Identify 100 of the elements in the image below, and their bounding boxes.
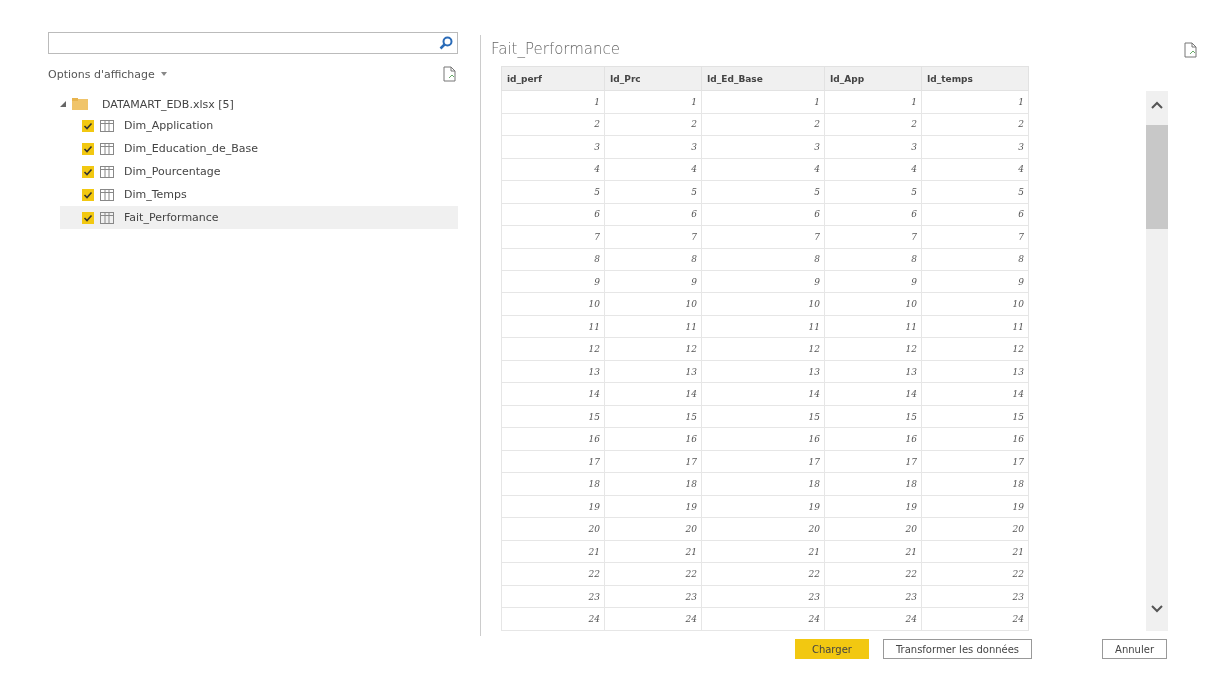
table-cell: 2 [921, 113, 1029, 136]
table-cell: 22 [604, 562, 702, 586]
table-cell: 17 [604, 450, 702, 473]
table-cell: 8 [604, 248, 702, 271]
table-cell: 23 [824, 585, 922, 608]
table-cell: 8 [921, 248, 1029, 271]
column-header[interactable]: Id_Ed_Base [701, 66, 825, 91]
table-cell: 8 [824, 248, 922, 271]
table-cell: 3 [921, 135, 1029, 159]
table-cell: 4 [701, 158, 825, 181]
table-cell: 5 [824, 180, 922, 204]
table-cell: 17 [701, 450, 825, 473]
table-cell: 19 [604, 495, 702, 518]
tree-item[interactable]: Fait_Performance [60, 206, 458, 229]
table-cell: 19 [824, 495, 922, 518]
scrollbar[interactable] [1146, 91, 1168, 631]
page-icon[interactable] [443, 66, 456, 82]
scrollbar-thumb[interactable] [1146, 125, 1168, 229]
table-cell: 3 [701, 135, 825, 159]
table-cell: 24 [921, 607, 1029, 631]
table-cell: 3 [824, 135, 922, 159]
column-header[interactable]: Id_temps [921, 66, 1029, 91]
table-cell: 1 [501, 90, 605, 114]
checkbox[interactable] [82, 211, 94, 224]
table-cell: 1 [604, 90, 702, 114]
page-icon[interactable] [1184, 42, 1197, 58]
table-cell: 23 [921, 585, 1029, 608]
table-cell: 5 [501, 180, 605, 204]
table-cell: 12 [501, 337, 605, 361]
table-cell: 23 [701, 585, 825, 608]
table-cell: 7 [824, 225, 922, 248]
table-cell: 5 [604, 180, 702, 204]
table-cell: 20 [824, 517, 922, 541]
table-cell: 24 [604, 607, 702, 631]
table-cell: 11 [701, 315, 825, 338]
table-cell: 8 [501, 248, 605, 271]
checkbox[interactable] [82, 142, 94, 155]
table-cell: 16 [921, 427, 1029, 451]
tree-item[interactable]: Dim_Application [60, 114, 458, 137]
table-cell: 7 [921, 225, 1029, 248]
cancel-button[interactable]: Annuler [1102, 639, 1167, 659]
scroll-down-icon[interactable] [1151, 605, 1163, 613]
table-cell: 12 [921, 337, 1029, 361]
tree-item[interactable]: Dim_Temps [60, 183, 458, 206]
table-cell: 19 [921, 495, 1029, 518]
table-cell: 22 [701, 562, 825, 586]
scroll-up-icon[interactable] [1151, 101, 1163, 109]
table-cell: 13 [701, 360, 825, 383]
table-cell: 1 [921, 90, 1029, 114]
column-header[interactable]: id_perf [501, 66, 605, 91]
table-cell: 18 [701, 472, 825, 496]
table-icon [100, 119, 114, 132]
table-cell: 1 [701, 90, 825, 114]
table-cell: 21 [701, 540, 825, 563]
table-cell: 12 [824, 337, 922, 361]
checkbox[interactable] [82, 119, 94, 132]
display-options-dropdown[interactable]: Options d'affichage [48, 67, 167, 81]
table-cell: 13 [921, 360, 1029, 383]
table-cell: 4 [824, 158, 922, 181]
table-cell: 11 [824, 315, 922, 338]
table-icon [100, 165, 114, 178]
tree-item[interactable]: Dim_Education_de_Base [60, 137, 458, 160]
checkbox[interactable] [82, 165, 94, 178]
table-cell: 2 [501, 113, 605, 136]
table-cell: 24 [501, 607, 605, 631]
preview-title: Fait_Performance [491, 40, 621, 58]
table-cell: 14 [701, 382, 825, 406]
table-cell: 8 [701, 248, 825, 271]
tree-item[interactable]: Dim_Pourcentage [60, 160, 458, 183]
load-button[interactable]: Charger [794, 639, 869, 659]
table-cell: 22 [501, 562, 605, 586]
table-cell: 7 [701, 225, 825, 248]
table-cell: 17 [824, 450, 922, 473]
table-cell: 9 [701, 270, 825, 293]
table-cell: 4 [921, 158, 1029, 181]
table-cell: 14 [824, 382, 922, 406]
table-cell: 20 [604, 517, 702, 541]
column-header[interactable]: Id_Prc [604, 66, 702, 91]
transform-button[interactable]: Transformer les données [882, 639, 1033, 659]
expander-icon[interactable] [60, 101, 66, 107]
table-icon [100, 188, 114, 201]
table-cell: 23 [501, 585, 605, 608]
table-cell: 18 [604, 472, 702, 496]
table-cell: 18 [824, 472, 922, 496]
tree-item[interactable]: DATAMART_EDB.xlsx [5] [60, 94, 458, 114]
table-cell: 9 [824, 270, 922, 293]
caret-icon [160, 71, 167, 77]
search-field[interactable] [48, 32, 458, 54]
column-header[interactable]: Id_App [824, 66, 922, 91]
table-cell: 16 [501, 427, 605, 451]
checkbox[interactable] [82, 188, 94, 201]
table-cell: 21 [921, 540, 1029, 563]
table-cell: 19 [701, 495, 825, 518]
table-cell: 22 [824, 562, 922, 586]
table-cell: 3 [501, 135, 605, 159]
table-cell: 12 [701, 337, 825, 361]
table-cell: 7 [501, 225, 605, 248]
table-cell: 20 [501, 517, 605, 541]
table-cell: 5 [701, 180, 825, 204]
table-cell: 14 [604, 382, 702, 406]
